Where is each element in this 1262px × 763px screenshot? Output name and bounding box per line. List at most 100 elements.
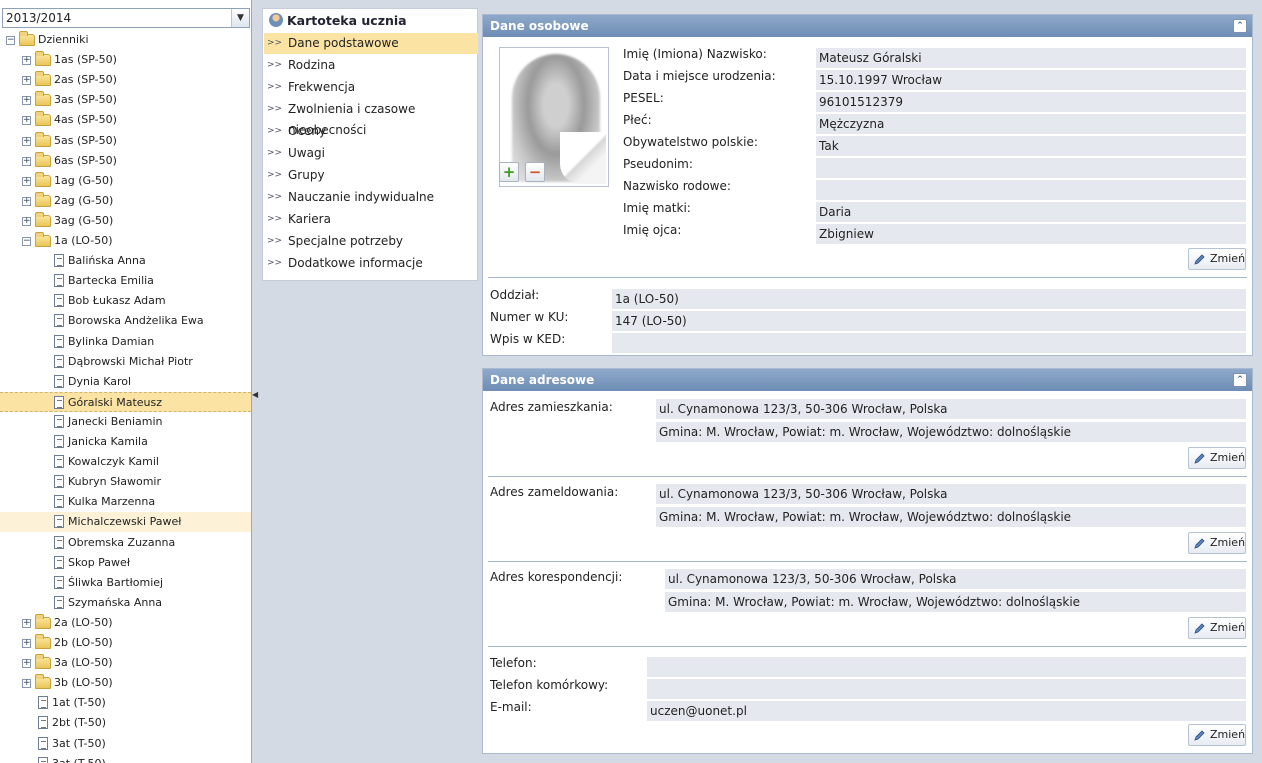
menu-item[interactable]: >> Grupy (264, 165, 478, 186)
tree-student-item[interactable]: Michalczewski Paweł (0, 512, 251, 533)
tree-class-item[interactable]: +3a (LO-50) (0, 653, 251, 673)
tree-class-item[interactable]: +3b (LO-50) (0, 673, 251, 693)
tree-student-item[interactable]: Kubryn Sławomir (0, 472, 251, 492)
menu-item-label: Frekwencja (288, 80, 356, 94)
school-year-select[interactable]: 2013/2014 ▼ (2, 8, 250, 28)
menu-item[interactable]: >> Kariera (264, 209, 478, 230)
chevron-down-icon[interactable]: ▼ (231, 9, 249, 27)
correspondence-address-line1: ul. Cynamonowa 123/3, 50-306 Wrocław, Po… (665, 569, 1246, 589)
collapse-node-icon[interactable]: − (22, 237, 31, 246)
expand-node-icon[interactable]: + (22, 176, 31, 186)
tree-student-item[interactable]: Dąbrowski Michał Piotr (0, 352, 251, 372)
collapse-up-icon[interactable]: ⌃ (1233, 373, 1247, 387)
add-photo-button[interactable]: + (499, 162, 519, 182)
remove-photo-button[interactable]: − (525, 162, 545, 182)
menu-item[interactable]: >> Dane podstawowe (264, 33, 478, 54)
tree-class-item[interactable]: +5as (SP-50) (0, 131, 251, 151)
collapse-splitter-icon[interactable]: ◀ (252, 390, 258, 406)
residence-address-label: Adres zamieszkania: (490, 400, 613, 414)
journal-icon (54, 535, 64, 549)
expand-node-icon[interactable]: + (22, 76, 31, 86)
tree-class-item[interactable]: +1ag (G-50) (0, 171, 251, 191)
tree-student-item[interactable]: Janecki Beniamin (0, 412, 251, 432)
tree-class-item-open[interactable]: − 1a (LO-50) (0, 231, 251, 251)
tree-student-item[interactable]: Śliwka Bartłomiej (0, 573, 251, 593)
tree-class-item[interactable]: +3as (SP-50) (0, 90, 251, 110)
tree-student-item[interactable]: Skop Paweł (0, 553, 251, 573)
expand-node-icon[interactable]: + (22, 659, 31, 669)
tree-student-item[interactable]: Góralski Mateusz (0, 391, 251, 412)
expand-node-icon[interactable]: + (22, 216, 31, 226)
folder-icon (35, 151, 51, 167)
pencil-icon (1194, 730, 1205, 741)
change-registered-button[interactable]: Zmień (1188, 532, 1246, 554)
tree-class-item[interactable]: +6as (SP-50) (0, 151, 251, 171)
change-contact-button[interactable]: Zmień (1188, 724, 1246, 746)
tree-class-item[interactable]: +3ag (G-50) (0, 211, 251, 231)
change-label: Zmień (1210, 252, 1246, 265)
tree-node-label: 5as (SP-50) (54, 133, 117, 147)
expand-node-icon[interactable]: + (22, 156, 31, 166)
tree-node-label: 6as (SP-50) (54, 153, 117, 167)
folder-icon (35, 91, 51, 107)
menu-title-text: Kartoteka ucznia (287, 13, 407, 28)
menu-item[interactable]: >> Zwolnienia i czasowe nieobecności (264, 99, 478, 137)
expand-node-icon[interactable]: + (22, 136, 31, 146)
change-correspondence-button[interactable]: Zmień (1188, 617, 1246, 639)
menu-item[interactable]: >> Nauczanie indywidualne (264, 187, 478, 208)
pencil-icon (1194, 453, 1205, 464)
expand-node-icon[interactable]: + (22, 639, 31, 648)
tree-node-label: 1a (LO-50) (54, 234, 113, 247)
menu-item[interactable]: >> Specjalne potrzeby (264, 231, 478, 252)
change-residence-button[interactable]: Zmień (1188, 447, 1246, 469)
personal-field-label: Data i miejsce urodzenia: (623, 69, 776, 83)
folder-icon (35, 654, 51, 670)
expand-node-icon[interactable]: + (22, 56, 31, 66)
tree-class-item[interactable]: +2b (LO-50) (0, 633, 251, 653)
journal-icon (38, 716, 48, 730)
expand-node-icon[interactable]: + (22, 618, 31, 628)
folder-icon (35, 51, 51, 67)
menu-item[interactable]: >> Uwagi (264, 143, 478, 164)
menu-item-label: Nauczanie indywidualne (288, 190, 435, 204)
change-label: Zmień (1210, 451, 1246, 464)
tree-journal-item[interactable]: 2bt (T-50) (0, 713, 251, 733)
collapse-up-icon[interactable]: ⌃ (1233, 19, 1247, 33)
expand-node-icon[interactable]: + (22, 679, 31, 689)
expand-node-icon[interactable]: + (22, 116, 31, 126)
tree-student-item[interactable]: Bylinka Damian (0, 332, 251, 352)
tree-student-item[interactable]: Kowalczyk Kamil (0, 452, 251, 472)
tree-class-item[interactable]: +4as (SP-50) (0, 110, 251, 130)
collapse-node-icon[interactable]: − (6, 36, 15, 45)
personal-data-panel: Dane osobowe ⌃ + − Imię (Imiona) Nazwisko… (482, 14, 1253, 356)
expand-node-icon[interactable]: + (22, 96, 31, 106)
menu-item[interactable]: >> Frekwencja (264, 77, 478, 98)
menu-item[interactable]: >> Dodatkowe informacje (264, 253, 478, 274)
change-personal-button[interactable]: Zmień (1188, 248, 1246, 270)
tree-class-item[interactable]: +1as (SP-50) (0, 50, 251, 70)
tree-journal-item[interactable]: 3at (T-50) (0, 734, 251, 754)
tree-student-item[interactable]: Bartecka Emilia (0, 271, 251, 291)
tree-student-item[interactable]: Bob Łukasz Adam (0, 291, 251, 311)
tree-student-item[interactable]: Dynia Karol (0, 372, 251, 392)
personal-field-value: 96101512379 (816, 92, 1246, 112)
tree-class-item[interactable]: +2ag (G-50) (0, 191, 251, 211)
tree-journal-item[interactable]: 3at (T-50) (0, 754, 251, 763)
journal-icon (54, 314, 64, 328)
tree-student-item[interactable]: Szymańska Anna (0, 593, 251, 613)
menu-item[interactable]: >> Rodzina (264, 55, 478, 76)
tree-node-label: Michalczewski Paweł (68, 515, 182, 529)
tree-student-item[interactable]: Kulka Marzenna (0, 492, 251, 512)
tree-class-item[interactable]: +2a (LO-50) (0, 613, 251, 633)
expand-node-icon[interactable]: + (22, 196, 31, 206)
tree-student-item[interactable]: Borowska Andżelika Ewa (0, 311, 251, 331)
tree-class-item[interactable]: +2as (SP-50) (0, 70, 251, 90)
correspondence-address-label: Adres korespondencji: (490, 570, 623, 584)
journal-icon (54, 455, 64, 469)
tree-journal-item[interactable]: 1at (T-50) (0, 693, 251, 713)
tree-root-dzienniki[interactable]: − Dzienniki (0, 30, 251, 50)
tree-student-item[interactable]: Janicka Kamila (0, 432, 251, 452)
tree-student-item[interactable]: Obremska Zuzanna (0, 533, 251, 553)
tree-student-item[interactable]: Balińska Anna (0, 251, 251, 271)
menu-item[interactable]: >> Oceny (264, 121, 478, 142)
